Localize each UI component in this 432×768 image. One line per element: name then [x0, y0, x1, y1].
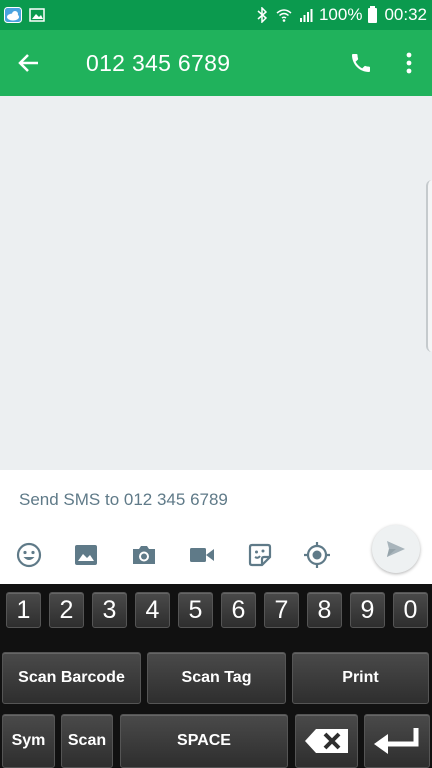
key-3[interactable]: 3 — [92, 592, 127, 628]
scan-tag-key[interactable]: Scan Tag — [147, 652, 286, 704]
key-1[interactable]: 1 — [6, 592, 41, 628]
bluetooth-icon — [253, 7, 271, 23]
key-9[interactable]: 9 — [350, 592, 385, 628]
key-7[interactable]: 7 — [264, 592, 299, 628]
key-6[interactable]: 6 — [221, 592, 256, 628]
edge-panel-handle[interactable] — [426, 180, 432, 352]
status-bar: 100% 00:32 — [0, 0, 432, 30]
print-key[interactable]: Print — [292, 652, 429, 704]
battery-icon — [368, 5, 378, 23]
compose-area — [0, 470, 432, 584]
camera-button[interactable] — [129, 540, 159, 570]
send-button[interactable] — [372, 525, 420, 573]
back-button[interactable] — [0, 30, 58, 96]
phone-icon — [352, 54, 370, 72]
space-key[interactable]: SPACE — [120, 714, 288, 768]
battery-percent: 100% — [318, 5, 363, 24]
sticker-button[interactable] — [245, 540, 275, 570]
clock: 00:32 — [384, 5, 427, 24]
video-button[interactable] — [187, 540, 217, 570]
location-icon — [304, 542, 330, 568]
key-2[interactable]: 2 — [49, 592, 84, 628]
gallery-button[interactable] — [71, 540, 101, 570]
emoji-icon — [16, 542, 42, 568]
enter-key[interactable] — [364, 714, 430, 768]
video-icon — [190, 548, 214, 562]
sym-key[interactable]: Sym — [2, 714, 55, 768]
app-bar: 012 345 6789 — [0, 30, 432, 96]
keyboard: 1 2 3 4 5 6 7 8 9 0 Scan Barcode Scan Ta… — [0, 584, 432, 768]
arrow-left-icon — [18, 54, 38, 72]
wifi-icon — [275, 7, 293, 23]
cloud-app-icon — [4, 7, 22, 23]
key-4[interactable]: 4 — [135, 592, 170, 628]
message-input[interactable] — [19, 488, 409, 512]
signal-icon — [297, 7, 315, 23]
sticker-icon — [248, 543, 272, 567]
key-5[interactable]: 5 — [178, 592, 213, 628]
key-8[interactable]: 8 — [307, 592, 342, 628]
enter-icon — [374, 728, 419, 754]
camera-icon — [133, 546, 155, 564]
call-button[interactable] — [336, 30, 386, 96]
more-options-button[interactable] — [386, 30, 432, 96]
backspace-key[interactable] — [295, 714, 358, 768]
location-button[interactable] — [302, 540, 332, 570]
emoji-button[interactable] — [14, 540, 44, 570]
message-list[interactable] — [0, 96, 432, 470]
backspace-icon — [304, 729, 348, 753]
key-0[interactable]: 0 — [393, 592, 428, 628]
send-icon — [387, 541, 405, 557]
image-icon — [75, 545, 97, 565]
scan-key[interactable]: Scan — [61, 714, 113, 768]
conversation-title: 012 345 6789 — [86, 49, 231, 76]
more-vert-icon — [406, 52, 412, 74]
scan-barcode-key[interactable]: Scan Barcode — [2, 652, 141, 704]
gallery-notification-icon — [28, 7, 46, 23]
